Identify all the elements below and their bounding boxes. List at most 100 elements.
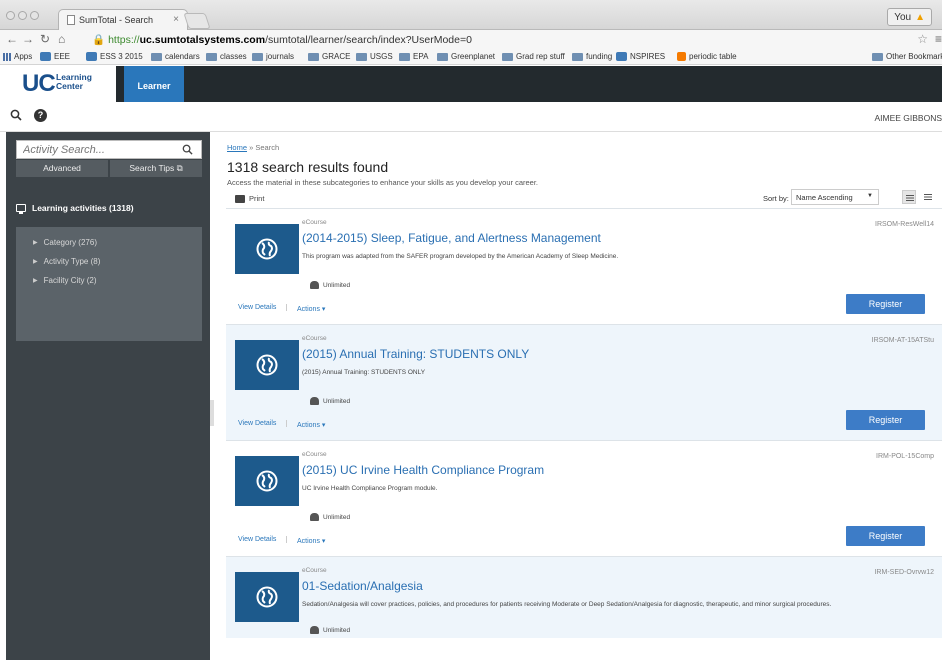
- folder-icon: [399, 52, 410, 61]
- bookmark-label: GRACE: [322, 52, 351, 61]
- logo[interactable]: UC Learning Center: [0, 66, 116, 102]
- course-thumbnail[interactable]: [235, 456, 299, 506]
- globe-icon: [256, 238, 278, 260]
- bookmark-eee[interactable]: EEE: [40, 52, 70, 61]
- forward-icon[interactable]: →: [22, 32, 34, 46]
- reload-icon[interactable]: ↻: [40, 32, 50, 46]
- result-title[interactable]: 01-Sedation/Analgesia: [302, 579, 423, 593]
- search-icon[interactable]: [182, 144, 193, 155]
- facet-label: Activity Type (8): [43, 257, 101, 266]
- logo-text: Learning Center: [56, 73, 92, 91]
- actions-dropdown[interactable]: Actions ▾: [297, 421, 325, 429]
- view-details-link[interactable]: View Details: [238, 420, 288, 427]
- result-title[interactable]: (2014-2015) Sleep, Fatigue, and Alertnes…: [302, 231, 601, 245]
- url-host: uc.sumtotalsystems.com: [139, 34, 266, 46]
- breadcrumb-separator: »: [249, 143, 254, 152]
- close-tab-icon[interactable]: ×: [173, 14, 179, 25]
- breadcrumb-home[interactable]: Home: [227, 143, 247, 152]
- register-button[interactable]: Register: [846, 410, 925, 430]
- bookmark-journals[interactable]: journals: [252, 52, 294, 61]
- clover-icon: [86, 52, 97, 61]
- bookmark-label: periodic table: [689, 52, 737, 61]
- bookmark-apps[interactable]: Apps: [3, 52, 32, 61]
- result-title[interactable]: (2015) Annual Training: STUDENTS ONLY: [302, 347, 529, 361]
- menu-icon[interactable]: ≡: [935, 32, 942, 46]
- address-bar[interactable]: 🔒 https://uc.sumtotalsystems.com/sumtotal…: [88, 31, 926, 48]
- print-button[interactable]: Print: [235, 194, 264, 203]
- breadcrumb: Home » Search: [227, 143, 279, 152]
- bookmark-label: funding: [586, 52, 613, 61]
- bookmark-classes[interactable]: classes: [206, 52, 247, 61]
- globe-icon: [256, 586, 278, 608]
- tab-learner[interactable]: Learner: [124, 66, 184, 102]
- back-icon[interactable]: ←: [6, 32, 18, 46]
- logo-uc: UC: [22, 70, 56, 97]
- external-link-icon: ⧉: [176, 163, 183, 173]
- actions-dropdown[interactable]: Actions ▾: [297, 537, 325, 545]
- panel-splitter[interactable]: [210, 400, 214, 426]
- sort-select[interactable]: Name Ascending ▼: [791, 189, 879, 205]
- advanced-search-button[interactable]: Advanced: [16, 160, 108, 177]
- compact-view-icon[interactable]: [921, 190, 935, 204]
- course-thumbnail[interactable]: [235, 340, 299, 390]
- page-subtitle: Access the material in these subcategori…: [227, 178, 539, 187]
- help-icon[interactable]: ?: [34, 109, 47, 122]
- triangle-right-icon: ▶: [33, 259, 38, 265]
- register-button[interactable]: Register: [846, 526, 925, 546]
- view-details-link[interactable]: View Details: [238, 536, 288, 543]
- facet-label: Facility City (2): [43, 276, 97, 285]
- bookmark-usgs[interactable]: USGS: [356, 52, 393, 61]
- window-controls[interactable]: [6, 11, 39, 20]
- bookmark-star-icon[interactable]: ☆: [917, 32, 928, 46]
- folder-icon: [437, 52, 448, 61]
- person-icon: [310, 513, 319, 521]
- list-view-icon[interactable]: [902, 190, 916, 204]
- result-description: This program was adapted from the SAFER …: [302, 253, 619, 260]
- activity-search-input[interactable]: [16, 140, 202, 159]
- course-thumbnail[interactable]: [235, 572, 299, 622]
- page-title: 1318 search results found: [227, 159, 389, 175]
- view-details-link[interactable]: View Details: [238, 304, 288, 311]
- sort-label: Sort by:: [763, 194, 789, 203]
- bookmark-grad-rep[interactable]: Grad rep stuff: [502, 52, 565, 61]
- result-code: IRM-POL-15Comp: [876, 453, 934, 460]
- result-code: IRSOM-ResWell14: [875, 221, 934, 228]
- browser-user-button[interactable]: You ▲: [887, 8, 932, 26]
- bookmark-epa[interactable]: EPA: [399, 52, 428, 61]
- bookmark-greenplanet[interactable]: Greenplanet: [437, 52, 495, 61]
- result-item: eCourse (2015) Annual Training: STUDENTS…: [226, 324, 942, 440]
- result-code: IRM-SED-Ovrvw12: [874, 569, 934, 576]
- bookmark-periodic-table[interactable]: periodic table: [677, 52, 737, 61]
- facet-activity-type[interactable]: ▶ Activity Type (8): [33, 257, 100, 266]
- actions-dropdown[interactable]: Actions ▾: [297, 305, 325, 313]
- result-description: Sedation/Analgesia will cover practices,…: [302, 601, 832, 608]
- bookmark-ess[interactable]: ESS 3 2015: [86, 52, 143, 61]
- facet-category[interactable]: ▶ Category (276): [33, 238, 97, 247]
- search-icon[interactable]: [10, 109, 22, 121]
- bookmark-grace[interactable]: GRACE: [308, 52, 350, 61]
- home-icon[interactable]: ⌂: [58, 32, 65, 46]
- result-type: eCourse: [302, 335, 327, 342]
- person-icon: [310, 626, 319, 634]
- folder-icon: [308, 52, 319, 61]
- bookmark-calendars[interactable]: calendars: [151, 52, 200, 61]
- lock-icon: 🔒: [92, 34, 106, 46]
- logo-line2: Center: [56, 81, 83, 91]
- availability-label: Unlimited: [323, 626, 351, 634]
- learning-activities-heading[interactable]: Learning activities (1318): [16, 203, 134, 214]
- browser-toolbar: ← → ↻ ⌂ 🔒 https://uc.sumtotalsystems.com/…: [0, 30, 942, 49]
- user-name[interactable]: AIMEE GIBBONS: [874, 113, 942, 123]
- bookmark-nspires[interactable]: NSPIRES: [616, 52, 665, 61]
- new-tab-button[interactable]: [183, 13, 211, 29]
- bookmark-other[interactable]: Other Bookmarks: [872, 52, 942, 61]
- tab-title: SumTotal - Search: [79, 15, 154, 25]
- availability-label: Unlimited: [323, 513, 351, 521]
- facet-facility-city[interactable]: ▶ Facility City (2): [33, 276, 97, 285]
- nspires-icon: [616, 52, 627, 61]
- register-button[interactable]: Register: [846, 294, 925, 314]
- result-title[interactable]: (2015) UC Irvine Health Compliance Progr…: [302, 463, 544, 477]
- bookmark-funding[interactable]: funding: [572, 52, 612, 61]
- browser-tab[interactable]: SumTotal - Search ×: [58, 9, 188, 30]
- course-thumbnail[interactable]: [235, 224, 299, 274]
- search-tips-button[interactable]: Search Tips ⧉: [110, 160, 202, 177]
